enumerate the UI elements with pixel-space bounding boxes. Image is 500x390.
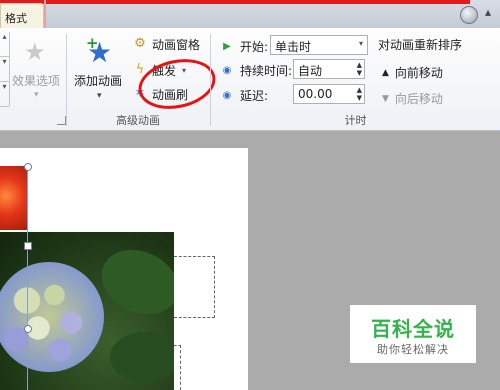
start-label: 开始: bbox=[240, 39, 269, 54]
dialog-launcher-icon[interactable] bbox=[57, 116, 66, 125]
gallery-down-icon[interactable]: ▾ bbox=[0, 57, 9, 82]
reorder-title: 对动画重新排序 bbox=[378, 38, 463, 52]
start-select[interactable]: 单击时 ▾ bbox=[270, 35, 368, 55]
watermark-title: 百科全说 bbox=[371, 317, 455, 341]
arrow-down-icon: ▼ bbox=[382, 93, 389, 104]
plus-icon: + bbox=[86, 34, 99, 52]
flower-image-red[interactable] bbox=[0, 166, 28, 230]
hydrangea-bloom bbox=[0, 262, 104, 372]
resize-handle[interactable] bbox=[24, 242, 32, 250]
delay-field[interactable]: 00.00 ▲ ▼ bbox=[293, 84, 365, 104]
clock-icon: ◉ bbox=[222, 89, 232, 101]
animations-ribbon: ▴ ▾ ▾ ★ 效果选项 ▾ ★ + 添加动画 ▾ ⚙ 动画窗格 ϟ 触发 ▾ … bbox=[0, 28, 500, 131]
delay-value: 00.00 bbox=[298, 87, 333, 101]
play-icon: ▶ bbox=[223, 40, 231, 52]
arrow-up-icon: ▲ bbox=[382, 67, 389, 78]
gallery-more-icon[interactable]: ▾ bbox=[0, 82, 9, 107]
selection-line bbox=[27, 166, 28, 390]
placeholder-outline bbox=[174, 345, 181, 390]
animation-pane-label: 动画窗格 bbox=[152, 37, 201, 52]
chevron-down-icon: ▾ bbox=[358, 39, 363, 48]
ribbon-minimize-icon[interactable]: ▴ bbox=[485, 5, 491, 19]
help-icon[interactable] bbox=[460, 6, 478, 24]
resize-handle[interactable] bbox=[24, 325, 32, 333]
move-later-label: 向后移动 bbox=[394, 92, 443, 106]
group-label-timing: 计时 bbox=[344, 114, 367, 127]
move-later-button[interactable]: ▼ 向后移动 bbox=[382, 90, 443, 107]
watermark-subtitle: 助你轻松解决 bbox=[377, 343, 449, 356]
effect-options-button[interactable]: 效果选项 bbox=[12, 72, 60, 89]
move-earlier-label: 向前移动 bbox=[394, 66, 443, 80]
duration-row: ◉ 持续时间: bbox=[220, 59, 292, 81]
spinner-icon[interactable]: ▲ ▼ bbox=[357, 86, 362, 102]
clock-icon: ◉ bbox=[222, 64, 232, 76]
group-label-advanced: 高级动画 bbox=[116, 114, 160, 127]
animation-gallery-scroller[interactable]: ▴ ▾ ▾ bbox=[0, 32, 10, 107]
gallery-up-icon[interactable]: ▴ bbox=[0, 32, 9, 57]
chevron-down-icon: ▾ bbox=[97, 91, 102, 101]
animation-pane-icon: ⚙ bbox=[134, 36, 146, 51]
title-bar-accent bbox=[0, 0, 470, 4]
duration-field[interactable]: 自动 ▲ ▼ bbox=[293, 59, 365, 79]
add-animation-button[interactable]: 添加动画 bbox=[74, 72, 122, 89]
start-value: 单击时 bbox=[275, 40, 312, 54]
delay-row: ◉ 延迟: bbox=[220, 84, 268, 106]
spinner-icon[interactable]: ▲ ▼ bbox=[357, 61, 362, 77]
tab-format[interactable]: 格式 bbox=[0, 3, 44, 28]
star-icon: ★ bbox=[24, 38, 46, 66]
placeholder-outline bbox=[174, 256, 215, 318]
resize-handle[interactable] bbox=[24, 163, 32, 171]
chevron-down-icon: ▾ bbox=[34, 90, 39, 100]
leaf-shape bbox=[110, 332, 174, 382]
watermark-logo: 百科全说 助你轻松解决 bbox=[350, 305, 476, 363]
ribbon-tab-strip: 格式 ▴ bbox=[0, 0, 500, 28]
animation-pane-button[interactable]: ⚙ 动画窗格 bbox=[132, 34, 200, 54]
tab-divider bbox=[44, 0, 46, 28]
start-row: ▶ 开始: bbox=[220, 35, 268, 57]
duration-value: 自动 bbox=[298, 64, 323, 78]
delay-label: 延迟: bbox=[240, 88, 269, 103]
move-earlier-button[interactable]: ▲ 向前移动 bbox=[382, 64, 443, 81]
duration-label: 持续时间: bbox=[240, 63, 293, 78]
tab-format-label: 格式 bbox=[5, 12, 27, 25]
